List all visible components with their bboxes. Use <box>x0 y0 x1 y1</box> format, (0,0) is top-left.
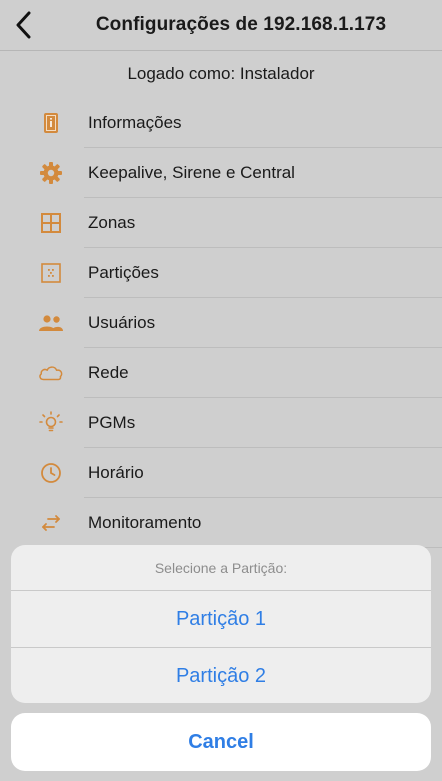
back-button[interactable] <box>8 9 38 41</box>
menu-item-label: Horário <box>88 463 144 482</box>
action-sheet-title: Selecione a Partição: <box>11 545 431 591</box>
menu-item-pgms[interactable]: PGMs <box>0 398 442 448</box>
menu-item-horario[interactable]: Horário <box>0 448 442 498</box>
lightbulb-icon <box>38 411 64 435</box>
menu-item-label: Partições <box>88 263 159 282</box>
users-icon <box>38 311 64 335</box>
info-icon <box>38 111 64 135</box>
menu-item-label: Monitoramento <box>88 513 202 532</box>
page-title: Configurações de 192.168.1.173 <box>95 14 387 35</box>
cloud-icon <box>38 361 64 385</box>
menu-item-keepalive[interactable]: Keepalive, Sirene e Central <box>0 148 442 198</box>
gear-icon <box>38 161 64 185</box>
chevron-left-icon <box>16 11 31 39</box>
option-particao-1[interactable]: Partição 1 <box>11 591 431 648</box>
menu-item-monitoramento[interactable]: Monitoramento <box>0 498 442 548</box>
zones-grid-icon <box>38 211 64 235</box>
arrows-swap-icon <box>38 511 64 535</box>
option-particao-2[interactable]: Partição 2 <box>11 648 431 703</box>
menu-item-label: Usuários <box>88 313 156 332</box>
menu-item-label: PGMs <box>88 413 136 432</box>
menu-item-rede[interactable]: Rede <box>0 348 442 398</box>
menu-item-label: Keepalive, Sirene e Central <box>88 163 295 182</box>
menu-item-informacoes[interactable]: Informações <box>0 98 442 148</box>
partition-action-sheet: Selecione a Partição: Partição 1 Partiçã… <box>11 545 431 703</box>
menu-item-label: Zonas <box>88 213 136 232</box>
logged-as-label: Logado como: Instalador <box>127 64 315 83</box>
partition-icon <box>38 261 64 285</box>
menu-item-particoes[interactable]: Partições <box>0 248 442 298</box>
menu-item-zonas[interactable]: Zonas <box>0 198 442 248</box>
cancel-button[interactable]: Cancel <box>11 713 431 771</box>
navigation-bar: Configurações de 192.168.1.173 <box>0 0 442 51</box>
settings-menu: Informações Keepalive, Sirene e Central <box>0 98 442 548</box>
menu-item-usuarios[interactable]: Usuários <box>0 298 442 348</box>
menu-item-label: Rede <box>88 363 129 382</box>
clock-icon <box>38 461 64 485</box>
menu-item-label: Informações <box>88 113 182 132</box>
